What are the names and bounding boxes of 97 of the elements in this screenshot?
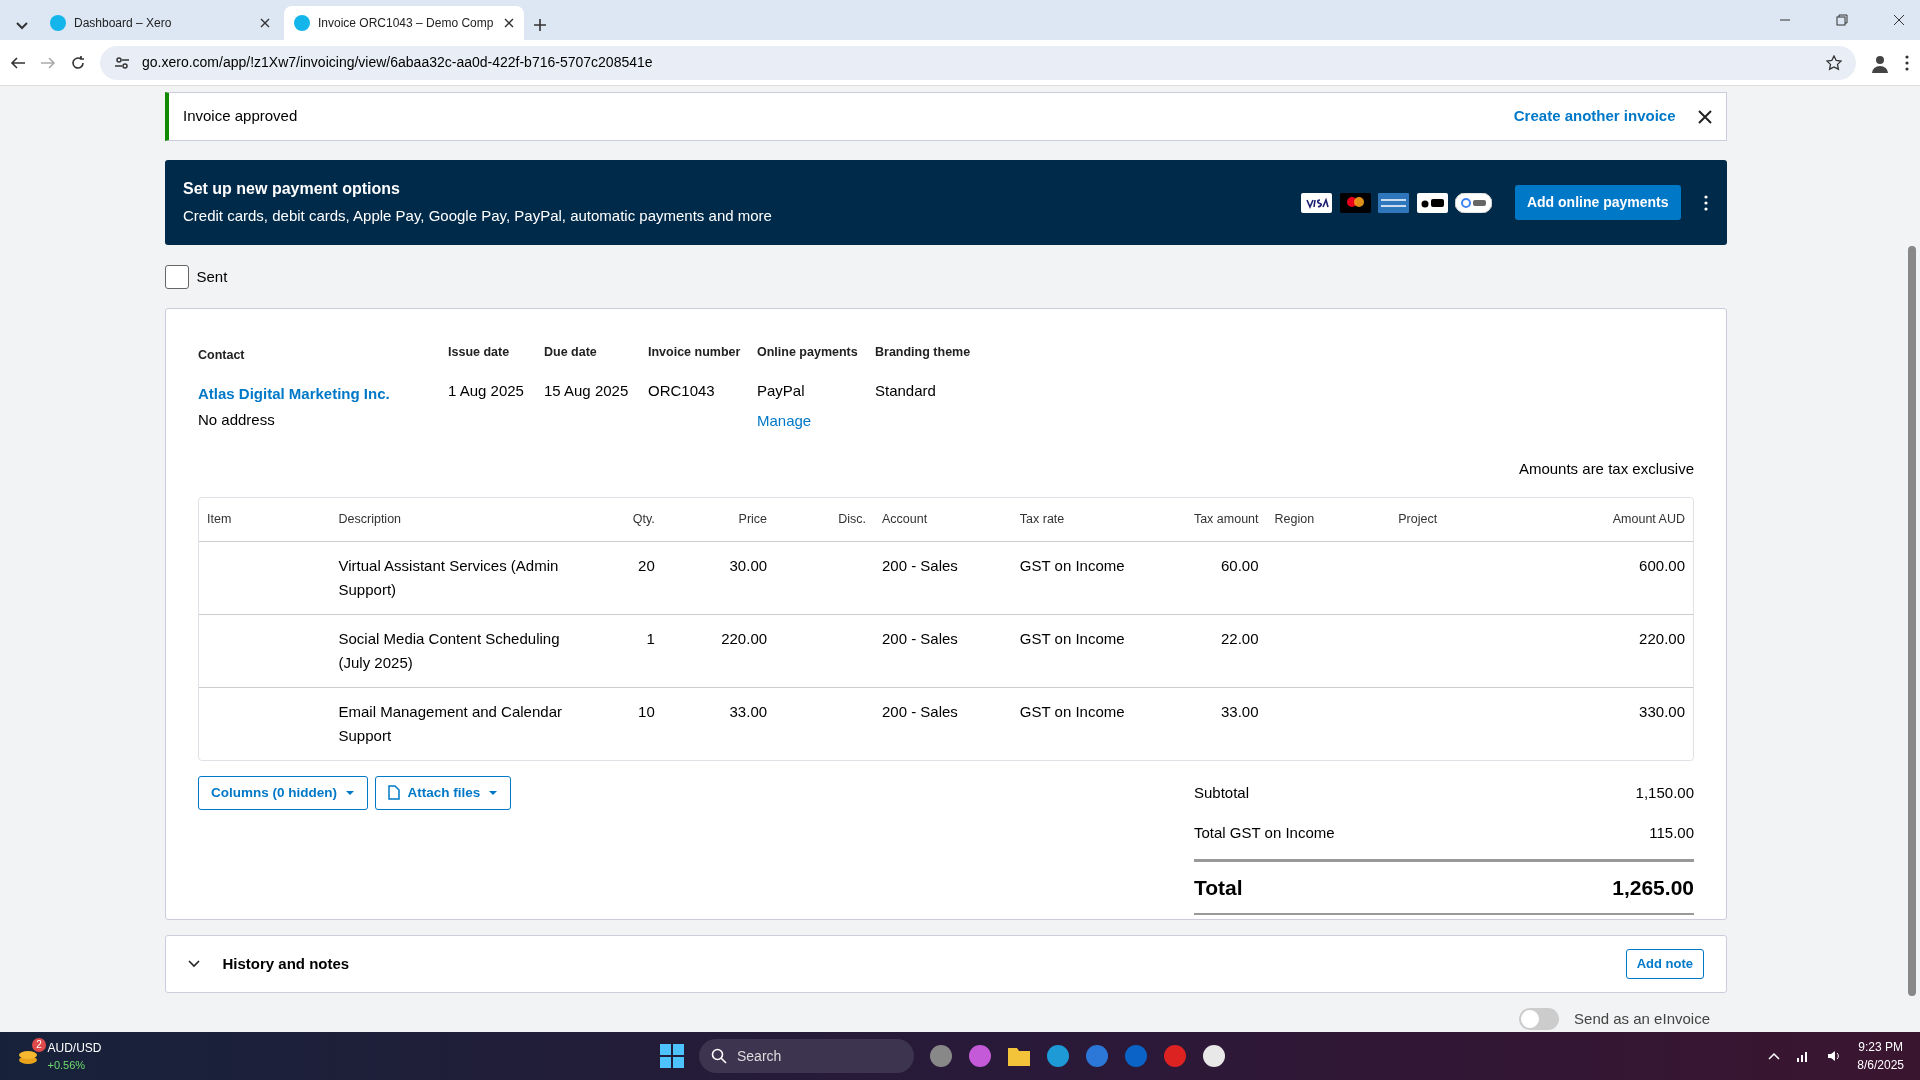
create-invoice-link[interactable]: Create another invoice <box>1513 105 1676 128</box>
chevron-down-icon[interactable] <box>188 960 200 968</box>
table-cell: 200 - Sales <box>881 629 958 647</box>
table-cell: 200 - Sales <box>881 702 958 720</box>
close-icon[interactable] <box>1893 14 1905 26</box>
alert-message: Invoice approved <box>183 106 299 127</box>
bookmark-star-icon[interactable] <box>1826 54 1842 71</box>
chevron-up-icon[interactable] <box>1768 1052 1781 1060</box>
field-label: Invoice number <box>648 344 742 361</box>
banner-text: Credit cards, debit cards, Apple Pay, Google Pay, PayPal, automatic payments and more <box>183 206 773 227</box>
field-label: Branding theme <box>875 344 972 361</box>
contact-link[interactable]: Atlas Digital Marketing Inc. <box>198 382 448 406</box>
caret-icon <box>487 789 498 796</box>
einvoice-label: Send as an eInvoice <box>1574 1009 1710 1029</box>
table-cell: GST on Income <box>1019 556 1125 574</box>
table-cell: 1 <box>646 629 655 647</box>
add-payments-button[interactable]: Add online payments <box>1514 185 1681 220</box>
tax-note: Amounts are tax exclusive <box>1517 459 1694 480</box>
table-cell: 220.00 <box>721 629 768 647</box>
field-label: Due date <box>544 344 598 361</box>
clock-time[interactable]: 9:23 PM <box>1857 1038 1904 1056</box>
table-cell: 33.00 <box>729 702 768 720</box>
sent-label: Sent <box>196 266 228 287</box>
close-icon[interactable] <box>260 18 270 28</box>
einvoice-toggle[interactable] <box>1519 1008 1560 1031</box>
grand-total-label: Total <box>1194 874 1243 901</box>
more-options-icon[interactable] <box>1703 194 1709 211</box>
back-icon[interactable] <box>10 54 26 71</box>
notification-badge: 2 <box>32 1038 46 1052</box>
column-header: Amount AUD <box>1513 497 1693 541</box>
column-header: Project <box>1390 497 1514 541</box>
add-note-button[interactable]: Add note <box>1625 949 1704 979</box>
column-header: Disc. <box>775 497 874 541</box>
ticker-change: +0.56% <box>47 1057 87 1073</box>
banner-title: Set up new payment options <box>183 179 401 200</box>
mastercard-icon <box>1339 192 1371 213</box>
close-icon[interactable] <box>504 18 514 28</box>
scrollbar-thumb[interactable] <box>1908 246 1916 996</box>
field-value: 15 Aug 2025 <box>544 380 630 401</box>
reload-icon[interactable] <box>70 54 86 71</box>
column-header: Description <box>330 497 578 541</box>
field-value: ORC1043 <box>648 380 716 401</box>
table-cell: 10 <box>638 702 655 720</box>
more-options-icon[interactable] <box>1904 54 1910 71</box>
caret-icon <box>344 789 355 796</box>
table-cell: 60.00 <box>1221 556 1259 574</box>
site-settings-icon[interactable] <box>114 54 130 71</box>
history-title[interactable]: History and notes <box>222 952 1626 976</box>
table-cell: 30.00 <box>729 556 768 574</box>
table-cell-text: Email Management and Calendar Support <box>338 701 563 746</box>
table-cell: 600.00 <box>1639 556 1685 574</box>
sent-checkbox[interactable] <box>165 265 189 289</box>
total-value: 1,150.00 <box>1635 782 1694 803</box>
taskbar-search[interactable]: Search <box>699 1039 914 1073</box>
browser-tab[interactable]: Invoice ORC1043 – Demo Comp <box>284 6 524 40</box>
column-header: Tax rate <box>1011 497 1151 541</box>
table-cell: 33.00 <box>1221 702 1259 720</box>
field-label: Contact <box>198 347 246 364</box>
table-cell: 200 - Sales <box>881 556 958 574</box>
total-label: Subtotal <box>1194 782 1250 803</box>
total-label: Total GST on Income <box>1194 823 1335 843</box>
column-header: Price <box>662 497 776 541</box>
column-header: Qty. <box>577 497 663 541</box>
manage-link[interactable]: Manage <box>757 409 875 433</box>
column-header: Region <box>1266 497 1391 541</box>
column-header: Account <box>873 497 1012 541</box>
address-text: No address <box>198 410 276 430</box>
table-cell: 330.00 <box>1639 702 1685 720</box>
field-label: Online payments <box>757 344 859 361</box>
grand-total-value: 1,265.00 <box>1612 874 1694 901</box>
table-cell: 220.00 <box>1639 629 1685 647</box>
close-icon[interactable] <box>1698 109 1712 124</box>
column-header: Item <box>199 497 331 541</box>
table-cell: 20 <box>638 556 655 574</box>
visa-card-icon <box>1301 192 1333 213</box>
table-cell: GST on Income <box>1019 629 1125 647</box>
field-value: 1 Aug 2025 <box>448 380 525 401</box>
table-cell-text: Virtual Assistant Services (Admin Support) <box>338 555 560 600</box>
total-value: 115.00 <box>1649 823 1694 843</box>
column-header: Tax amount <box>1150 497 1267 541</box>
document-icon <box>388 785 400 801</box>
table-cell-text: Social Media Content Scheduling (July 2025) <box>338 628 561 673</box>
field-value: Standard <box>875 380 937 401</box>
toolbar-button[interactable]: Columns (0 hidden) <box>198 775 368 810</box>
field-label: Issue date <box>448 344 511 361</box>
toolbar-button[interactable]: Attach files <box>375 775 511 810</box>
table-cell: 22.00 <box>1221 629 1259 647</box>
clock-date[interactable]: 8/6/2025 <box>1857 1056 1904 1074</box>
table-cell: GST on Income <box>1019 702 1125 720</box>
restore-icon[interactable] <box>1836 14 1848 26</box>
ticker-name: AUD/USD <box>47 1039 102 1057</box>
app-logo-icon <box>294 15 310 31</box>
start-icon[interactable] <box>660 1044 684 1068</box>
search-icon <box>711 1048 727 1064</box>
app-logo-icon <box>50 15 66 31</box>
field-value: PayPal <box>757 380 806 401</box>
browser-tab[interactable]: Dashboard – Xero <box>40 6 280 40</box>
